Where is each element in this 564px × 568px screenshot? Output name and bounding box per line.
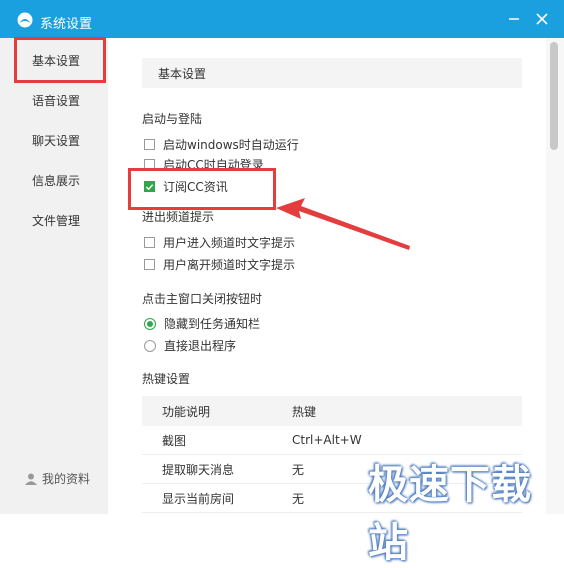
checkbox[interactable] xyxy=(144,237,155,248)
minimize-icon xyxy=(509,18,519,20)
close-button[interactable] xyxy=(530,8,554,30)
hotkey-value[interactable]: Ctrl+Alt+W xyxy=(292,426,522,455)
option-label: 启动windows时自动运行 xyxy=(163,138,299,152)
checkbox[interactable] xyxy=(144,259,155,270)
app-logo-icon xyxy=(17,12,33,28)
title-bar[interactable]: 系统设置 xyxy=(0,0,564,38)
minimize-button[interactable] xyxy=(502,8,526,30)
option-subscribe-cc-news[interactable]: 订阅CC资讯 xyxy=(144,178,228,195)
settings-content: 基本设置 启动与登陆 启动windows时自动运行 启动CC时自动登录 订阅CC… xyxy=(108,38,546,514)
checkmark-icon xyxy=(145,183,154,190)
channel-group-title: 进出频道提示 xyxy=(142,210,215,224)
user-icon xyxy=(25,473,37,485)
table-header-row: 功能说明 热键 xyxy=(142,396,522,426)
sidebar-item-basic-settings[interactable]: 基本设置 xyxy=(32,52,80,69)
hotkey-function: 显示当前房间 xyxy=(162,491,235,506)
checkbox-checked[interactable] xyxy=(144,181,155,192)
settings-window: 系统设置 基本设置 语音设置 聊天设置 信息展示 文件管理 我的资料 基本设置 … xyxy=(0,0,564,566)
scrollbar-thumb[interactable] xyxy=(550,42,558,150)
sidebar: 基本设置 语音设置 聊天设置 信息展示 文件管理 我的资料 xyxy=(0,38,109,514)
hotkey-function: 提取聊天消息 xyxy=(162,462,235,477)
my-profile-link[interactable]: 我的资料 xyxy=(24,470,90,487)
sidebar-item-info-display[interactable]: 信息展示 xyxy=(32,172,80,189)
table-row[interactable]: 截图 Ctrl+Alt+W xyxy=(142,426,522,455)
column-header-function: 功能说明 xyxy=(142,396,292,426)
option-label: 用户进入频道时文字提示 xyxy=(163,236,296,250)
option-label: 用户离开频道时文字提示 xyxy=(163,258,296,272)
vertical-scrollbar[interactable] xyxy=(546,38,564,514)
option-leave-channel-notice[interactable]: 用户离开频道时文字提示 xyxy=(144,256,295,273)
option-label: 隐藏到任务通知栏 xyxy=(164,317,261,331)
section-header: 基本设置 xyxy=(142,58,522,88)
radio-exit-program[interactable]: 直接退出程序 xyxy=(144,337,236,354)
option-label: 订阅CC资讯 xyxy=(163,180,228,194)
checkbox[interactable] xyxy=(144,159,155,170)
radio-dot xyxy=(147,320,153,327)
close-action-group-title: 点击主窗口关闭按钮时 xyxy=(142,292,263,306)
column-header-hotkey: 热键 xyxy=(292,396,522,426)
hotkey-function: 截图 xyxy=(162,433,187,448)
startup-group-title: 启动与登陆 xyxy=(142,112,203,126)
option-autorun-windows[interactable]: 启动windows时自动运行 xyxy=(144,136,299,153)
sidebar-item-voice-settings[interactable]: 语音设置 xyxy=(32,92,80,109)
hotkey-group-title: 热键设置 xyxy=(142,372,191,386)
option-enter-channel-notice[interactable]: 用户进入频道时文字提示 xyxy=(144,234,295,251)
radio-minimize-to-tray[interactable]: 隐藏到任务通知栏 xyxy=(144,315,260,332)
my-profile-label: 我的资料 xyxy=(42,472,91,486)
sidebar-item-chat-settings[interactable]: 聊天设置 xyxy=(32,132,80,149)
watermark: 极速下载站 xyxy=(368,462,532,566)
close-icon xyxy=(536,13,548,25)
window-title: 系统设置 xyxy=(40,17,93,32)
radio[interactable] xyxy=(144,339,156,352)
option-label: 直接退出程序 xyxy=(164,339,237,353)
option-label: 启动CC时自动登录 xyxy=(163,158,264,172)
option-autologin-cc[interactable]: 启动CC时自动登录 xyxy=(144,156,264,173)
checkbox[interactable] xyxy=(144,139,155,150)
sidebar-item-file-management[interactable]: 文件管理 xyxy=(32,212,80,229)
radio-selected[interactable] xyxy=(144,317,156,330)
